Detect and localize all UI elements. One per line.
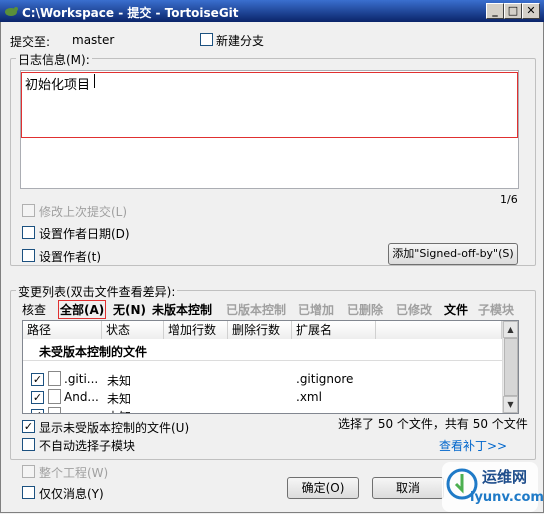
tortoisegit-app-icon [5, 7, 18, 16]
log-message-legend: 日志信息(M): [16, 51, 92, 68]
filter-all[interactable]: 全部(A) [58, 300, 107, 319]
column-filler [376, 321, 502, 339]
amend-checkbox[interactable] [22, 204, 35, 217]
row-checkbox[interactable] [31, 391, 44, 404]
new-branch-checkbox[interactable] [200, 33, 213, 46]
log-message-text: 初始化项目 [25, 78, 91, 93]
scroll-down-icon[interactable]: ▼ [503, 396, 518, 413]
row-status: 未知 [107, 374, 132, 388]
column-status[interactable]: 状态 [102, 321, 164, 339]
column-extension[interactable]: 扩展名 [292, 321, 376, 339]
window-title: C:\Workspace - 提交 - TortoiseGit [22, 6, 239, 20]
title-bar: C:\Workspace - 提交 - TortoiseGit _ □ ✕ [0, 0, 544, 22]
log-message-highlight [21, 72, 518, 138]
show-unversioned-checkbox[interactable] [22, 420, 35, 433]
commit-to-label: 提交至: [10, 35, 51, 49]
branch-name: master [72, 33, 115, 47]
new-branch-label: 新建分支 [216, 34, 265, 48]
row-checkbox[interactable] [31, 373, 44, 386]
message-only-checkbox[interactable] [22, 486, 35, 499]
selection-summary: 选择了 50 个文件，共有 50 个文件 [338, 417, 528, 431]
file-icon [48, 389, 61, 404]
row-path: ... [64, 408, 75, 413]
row-extension: .xml [296, 390, 322, 404]
column-path[interactable]: 路径 [23, 321, 102, 339]
row-extension: .gitignore [296, 372, 354, 386]
show-unversioned-label: 显示未受版本控制的文件(U) [39, 421, 190, 435]
filter-modified[interactable]: 已修改 [396, 301, 432, 318]
text-cursor [94, 74, 95, 88]
filter-none[interactable]: 无(N) [113, 301, 146, 318]
set-author-label: 设置作者(t) [39, 250, 102, 264]
whole-project-label: 整个工程(W) [39, 466, 109, 480]
filter-submodules[interactable]: 子模块 [478, 301, 514, 318]
watermark-url: iyunv.com [470, 490, 544, 505]
scroll-thumb[interactable] [504, 338, 518, 396]
ok-button[interactable]: 确定(O) [287, 477, 359, 499]
set-date-checkbox[interactable] [22, 226, 35, 239]
close-button[interactable]: ✕ [522, 3, 540, 19]
amend-label: 修改上次提交(L) [39, 205, 128, 219]
filter-label: 核查 [22, 303, 47, 317]
filter-versioned[interactable]: 已版本控制 [226, 301, 286, 318]
section-header-unversioned: 未受版本控制的文件 [39, 345, 148, 359]
view-patch-link[interactable]: 查看补丁>> [439, 437, 507, 454]
changes-legend: 变更列表(双击文件查看差异): [16, 283, 178, 300]
watermark-site: 运维网 [482, 468, 528, 486]
filter-unversioned[interactable]: 未版本控制 [152, 301, 212, 318]
row-checkbox[interactable] [31, 409, 44, 413]
filter-added[interactable]: 已增加 [298, 301, 334, 318]
column-deleted-lines[interactable]: 删除行数 [228, 321, 292, 339]
no-auto-submodule-label: 不自动选择子模块 [39, 439, 136, 453]
set-date-label: 设置作者日期(D) [39, 227, 130, 241]
no-auto-submodule-checkbox[interactable] [22, 438, 35, 451]
row-path: And... [64, 390, 99, 404]
scroll-up-icon[interactable]: ▲ [503, 321, 518, 338]
section-divider [23, 360, 502, 361]
row-extension: ... [296, 408, 307, 413]
file-list-scrollbar[interactable]: ▲ ▼ [502, 321, 518, 413]
row-path: .giti... [64, 372, 99, 386]
message-counter: 1/6 [500, 193, 518, 206]
signed-off-by-button[interactable]: 添加"Signed-off-by"(S) [388, 243, 518, 265]
row-status: 未知 [107, 392, 132, 406]
filter-files[interactable]: 文件 [444, 301, 468, 318]
minimize-button[interactable]: _ [486, 3, 504, 19]
cancel-button[interactable]: 取消 [372, 477, 444, 499]
column-added-lines[interactable]: 增加行数 [164, 321, 228, 339]
file-icon [48, 371, 61, 386]
message-only-label: 仅仅消息(Y) [39, 487, 104, 501]
filter-deleted[interactable]: 已删除 [347, 301, 383, 318]
file-icon [48, 407, 61, 413]
whole-project-checkbox[interactable] [22, 465, 35, 478]
set-author-checkbox[interactable] [22, 249, 35, 262]
maximize-button[interactable]: □ [504, 3, 522, 19]
watermark: 运维网 iyunv.com [442, 462, 544, 512]
row-status: 未知 [107, 408, 131, 413]
file-list[interactable]: 路径 状态 增加行数 删除行数 扩展名 未受版本控制的文件 .giti... 未… [22, 320, 519, 414]
